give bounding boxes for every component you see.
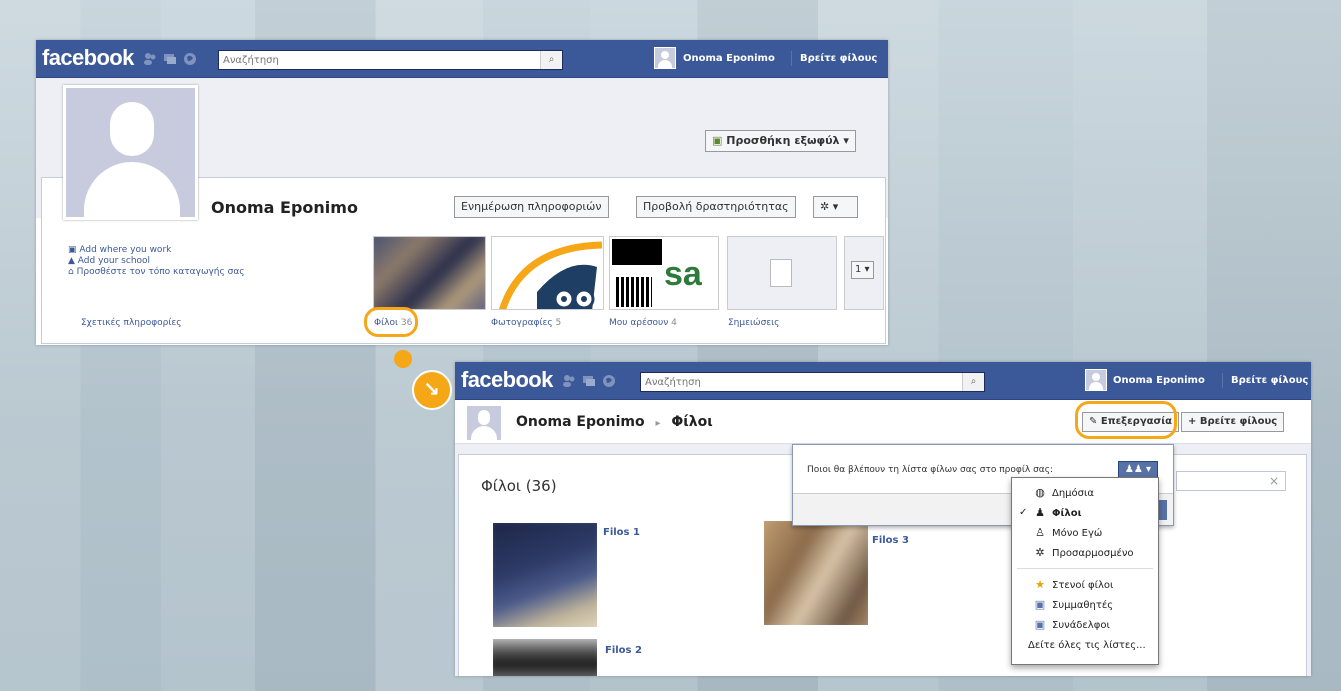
user-name-link[interactable]: Onoma Eponimo: [1113, 375, 1205, 386]
find-friends-link[interactable]: Βρείτε φίλους: [800, 53, 877, 64]
menu-item-custom[interactable]: ✲ Προσαρμοσμένο: [1012, 544, 1158, 564]
search-box[interactable]: ⌕: [218, 50, 563, 70]
friends-screenshot: facebook ⌕ Onoma Eponimo Βρείτε φίλους O…: [455, 362, 1311, 676]
friends-tab-highlight: [364, 307, 418, 337]
info-hometown[interactable]: ⌂ Προσθέστε τον τόπο καταγωγής σας: [68, 267, 245, 278]
facebook-logo[interactable]: facebook: [42, 45, 134, 71]
notes-thumbnail[interactable]: [727, 236, 837, 310]
tab-likes[interactable]: Μου αρέσουν 4: [609, 318, 677, 328]
search-input[interactable]: [641, 373, 984, 391]
friends-filter-input[interactable]: ×: [1176, 471, 1286, 491]
briefcase-icon: ▣: [68, 245, 77, 255]
likes-thumbnail[interactable]: sa: [609, 236, 719, 310]
divider: [1222, 373, 1223, 388]
friend-name-3[interactable]: Filos 3: [872, 535, 909, 546]
facebook-logo[interactable]: facebook: [461, 367, 553, 393]
info-work[interactable]: ▣ Add where you work: [68, 245, 245, 256]
brand-logo-image: [612, 239, 662, 265]
find-friends-link[interactable]: Βρείτε φίλους: [1231, 375, 1308, 386]
note-icon: [770, 259, 792, 287]
list-icon: ▣: [1034, 598, 1046, 611]
search-icon[interactable]: ⌕: [962, 373, 984, 391]
qr-code-image: [616, 277, 652, 307]
friends-icon: ♟: [1035, 506, 1045, 519]
profile-picture[interactable]: [63, 85, 198, 220]
menu-item-classmates[interactable]: ▣ Συμμαθητές: [1012, 596, 1158, 616]
edit-button-highlight: [1075, 401, 1177, 439]
globe-icon: ◍: [1035, 486, 1045, 499]
view-activity-button[interactable]: Προβολή δραστηριότητας: [636, 196, 796, 218]
star-icon: ★: [1035, 578, 1045, 591]
checkmark-icon: ✓: [1019, 507, 1028, 518]
graduation-cap-icon: ▲: [68, 256, 75, 266]
add-cover-button[interactable]: ▣ Προσθήκη εξωφύλ ▾: [705, 130, 856, 152]
menu-separator: [1017, 568, 1153, 569]
search-box[interactable]: ⌕: [640, 372, 985, 392]
friend-photo-3[interactable]: [764, 521, 868, 625]
divider: [791, 51, 792, 66]
brand-sa-image: sa: [664, 255, 702, 293]
breadcrumb-section: Φίλοι: [671, 414, 713, 430]
menu-item-friends[interactable]: ✓ ♟ Φίλοι: [1012, 504, 1158, 524]
tab-photos[interactable]: Φωτογραφίες 5: [491, 318, 561, 328]
profile-screenshot: facebook ⌕ Onoma Eponimo Βρείτε φίλους ▣…: [36, 40, 888, 345]
friends-icon: ♟♟: [1124, 464, 1143, 475]
friend-requests-icon[interactable]: [143, 52, 157, 66]
user-avatar[interactable]: [1085, 369, 1107, 391]
photos-thumbnail[interactable]: [491, 236, 604, 310]
menu-item-colleagues[interactable]: ▣ Συνάδελφοι: [1012, 616, 1158, 636]
friends-title: Φίλοι (36): [481, 477, 557, 495]
user-name-link[interactable]: Onoma Eponimo: [683, 53, 775, 64]
friend-name-1[interactable]: Filos 1: [603, 527, 640, 538]
search-icon[interactable]: ⌕: [540, 51, 562, 69]
messages-icon[interactable]: [163, 52, 177, 66]
arrow-down-right-icon: ↘: [412, 370, 452, 410]
privacy-question: Ποιοι θα βλέπουν τη λίστα φίλων σας στο …: [807, 465, 1054, 475]
list-icon: ▣: [1034, 618, 1046, 631]
friends-thumbnail[interactable]: [373, 236, 486, 310]
clear-icon[interactable]: ×: [1269, 474, 1279, 488]
top-bar: facebook ⌕ Onoma Eponimo Βρείτε φίλους: [455, 362, 1311, 400]
friend-requests-icon[interactable]: [562, 374, 576, 388]
notifications-icon[interactable]: [602, 374, 616, 388]
notifications-icon[interactable]: [183, 52, 197, 66]
update-info-button[interactable]: Ενημέρωση πληροφοριών: [454, 196, 609, 218]
person-icon: ♙: [1035, 526, 1045, 539]
gear-icon: ✲: [1035, 546, 1045, 559]
more-thumbnail: 1 ▾: [844, 236, 884, 310]
connector-dot: [394, 350, 412, 368]
search-input[interactable]: [219, 51, 562, 69]
home-icon: ⌂: [68, 267, 74, 277]
info-school[interactable]: ▲ Add your school: [68, 256, 245, 267]
menu-item-see-all[interactable]: Δείτε όλες τις λίστες...: [1012, 636, 1158, 656]
friend-photo-1[interactable]: [493, 523, 597, 627]
profile-name: Onoma Eponimo: [211, 198, 358, 217]
messages-icon[interactable]: [582, 374, 596, 388]
settings-gear-button[interactable]: ✲ ▾: [813, 196, 858, 218]
tab-notes[interactable]: Σημειώσεις: [728, 318, 779, 328]
audience-menu: ◍ Δημόσια ✓ ♟ Φίλοι ♙ Μόνο Εγώ ✲ Προσαρμοσμέν…: [1011, 477, 1159, 665]
chevron-right-icon: ▸: [655, 418, 661, 429]
user-avatar[interactable]: [654, 47, 676, 69]
cover-icon: ▣: [712, 134, 723, 147]
friend-photo-2[interactable]: [493, 639, 597, 676]
logo-photo-image: [498, 241, 603, 309]
tab-about[interactable]: Σχετικές πληροφορίες: [81, 318, 182, 328]
menu-item-close-friends[interactable]: ★ Στενοί φίλοι: [1012, 576, 1158, 596]
chevron-down-icon: ▾: [843, 134, 849, 147]
user-thumbnail[interactable]: [467, 406, 501, 440]
breadcrumb-user[interactable]: Onoma Eponimo: [516, 414, 645, 430]
find-friends-button[interactable]: + Βρείτε φίλους: [1181, 412, 1285, 432]
info-list: ▣ Add where you work ▲ Add your school ⌂…: [68, 245, 245, 278]
page-select[interactable]: 1 ▾: [851, 261, 874, 279]
page-header: Onoma Eponimo ▸ Φίλοι ✎ Επεξεργασία + Βρ…: [455, 400, 1311, 444]
menu-item-public[interactable]: ◍ Δημόσια: [1012, 484, 1158, 504]
menu-item-only-me[interactable]: ♙ Μόνο Εγώ: [1012, 524, 1158, 544]
friend-name-2[interactable]: Filos 2: [605, 645, 642, 656]
top-bar: facebook ⌕ Onoma Eponimo Βρείτε φίλους: [36, 40, 888, 78]
breadcrumb: Onoma Eponimo ▸ Φίλοι: [516, 414, 713, 430]
